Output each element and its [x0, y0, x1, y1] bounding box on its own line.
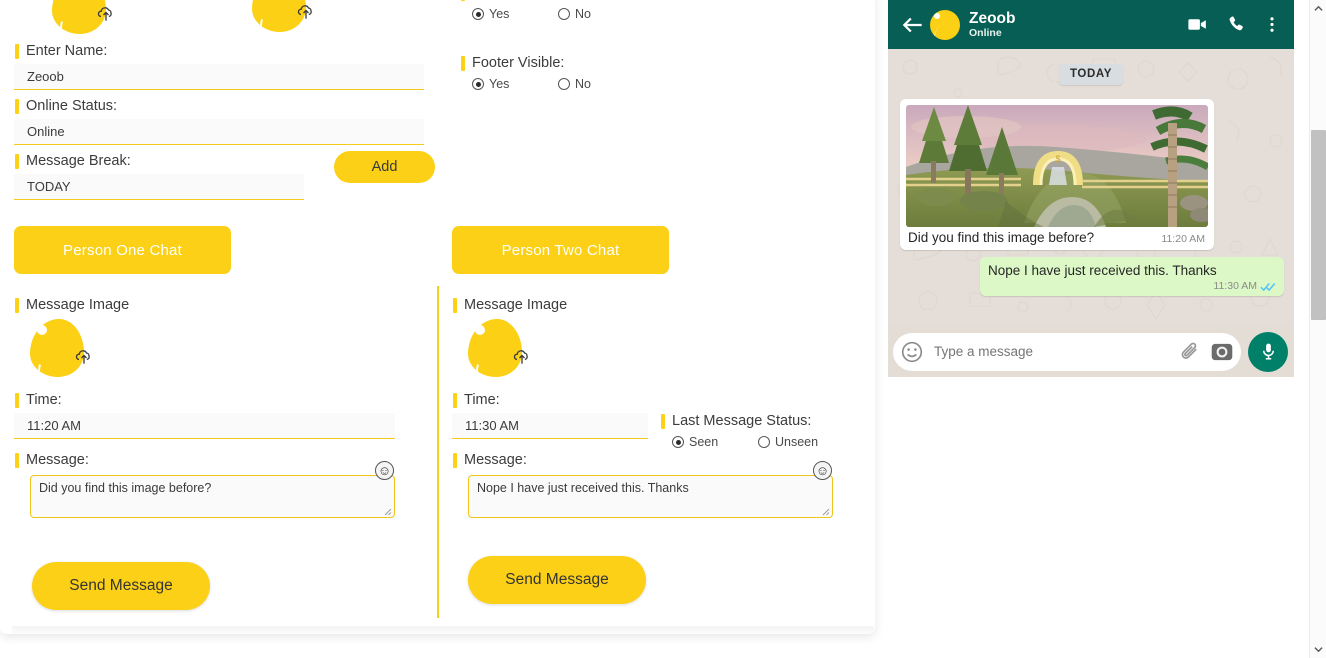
- scrollbar-thumb[interactable]: [1311, 130, 1326, 320]
- double-check-read-icon: [1260, 282, 1276, 291]
- smiley-icon[interactable]: ☺: [813, 461, 832, 480]
- radio-dot-icon: [472, 78, 484, 90]
- chat-generator-panel: Enter Name: Online Status: Message Break…: [0, 0, 875, 634]
- footer-visible-radio-group: Yes No: [460, 77, 591, 91]
- online-status-label: Online Status:: [14, 97, 424, 115]
- tab-person-one-chat[interactable]: Person One Chat: [14, 226, 231, 274]
- add-button[interactable]: Add: [334, 151, 435, 183]
- contact-name: Zeoob: [969, 9, 1016, 27]
- incoming-message-time: 11:20 AM: [1161, 233, 1205, 245]
- person-two-message-label: Message:: [452, 451, 833, 469]
- paperclip-icon[interactable]: [1178, 340, 1201, 363]
- person-one-send-message-button[interactable]: Send Message: [32, 562, 210, 610]
- person-two-time-input[interactable]: [452, 413, 648, 439]
- footer-visible-label: Footer Visible:: [460, 54, 591, 72]
- phone-icon[interactable]: [1226, 14, 1247, 35]
- message-image[interactable]: $: [906, 105, 1208, 227]
- microphone-button[interactable]: [1248, 331, 1288, 372]
- header-visible-yes[interactable]: Yes: [472, 7, 558, 21]
- page-root: Enter Name: Online Status: Message Break…: [0, 0, 1326, 658]
- scroll-up-button[interactable]: [1310, 0, 1326, 17]
- header-visible-no[interactable]: No: [558, 7, 591, 21]
- chat-footer: [888, 326, 1294, 377]
- last-message-status-radio-group: Seen Unseen: [660, 435, 818, 449]
- chat-header: Zeoob Online: [888, 0, 1294, 49]
- whatsapp-chat-preview: Zeoob Online TODAY $ Did you find this i…: [888, 0, 1294, 377]
- radio-dot-icon: [472, 8, 484, 20]
- online-status-input[interactable]: [14, 119, 424, 145]
- avatar[interactable]: [930, 9, 960, 40]
- page-scrollbar[interactable]: [1309, 0, 1326, 658]
- outgoing-message-text: Nope I have just received this. Thanks: [988, 263, 1217, 278]
- person-one-time-input[interactable]: [14, 413, 395, 439]
- last-message-status-unseen[interactable]: Unseen: [758, 435, 818, 449]
- last-message-status-seen[interactable]: Seen: [672, 435, 758, 449]
- person-two-time-label: Time:: [452, 391, 833, 409]
- scroll-down-button[interactable]: [1310, 641, 1326, 658]
- outgoing-message-meta: 11:30 AM: [988, 280, 1276, 292]
- secondary-image-upload[interactable]: [252, 0, 324, 34]
- incoming-message-text: Did you find this image before?: [908, 230, 1095, 245]
- chat-message-area: TODAY $ Did you find this image before? …: [888, 49, 1294, 326]
- message-input-bar: [893, 332, 1241, 371]
- message-break-input[interactable]: [14, 174, 304, 200]
- footer-visible-yes[interactable]: Yes: [472, 77, 558, 91]
- outgoing-message-bubble: Nope I have just received this. Thanks 1…: [980, 257, 1284, 296]
- column-divider: [437, 286, 439, 618]
- radio-dot-icon: [672, 436, 684, 448]
- contact-info: Zeoob Online: [969, 10, 1186, 40]
- person-two-message-image-upload[interactable]: [468, 319, 540, 379]
- header-actions: [1186, 13, 1282, 36]
- person-one-time-label: Time:: [14, 391, 395, 409]
- person-two-message-textarea[interactable]: Nope I have just received this. Thanks: [468, 475, 833, 518]
- incoming-message-row: Did you find this image before? 11:20 AM: [906, 227, 1208, 248]
- radio-dot-icon: [558, 8, 570, 20]
- upload-cloud-icon: [74, 347, 94, 372]
- message-input[interactable]: [932, 343, 1170, 360]
- panel-bottom-shadow: [12, 626, 874, 634]
- chevron-down-icon: [1314, 647, 1323, 653]
- smiley-icon[interactable]: [900, 340, 924, 364]
- upload-cloud-icon: [296, 2, 316, 27]
- header-visible-label: Header Visible:: [460, 0, 591, 2]
- radio-dot-icon: [558, 78, 570, 90]
- microphone-icon: [1262, 343, 1274, 360]
- camera-icon[interactable]: [1209, 339, 1235, 365]
- more-vertical-icon[interactable]: [1264, 14, 1280, 35]
- enter-name-label: Enter Name:: [14, 42, 424, 60]
- tab-person-two-chat[interactable]: Person Two Chat: [452, 226, 669, 274]
- profile-image-upload[interactable]: [52, 0, 124, 36]
- person-one-message-image-label: Message Image: [14, 296, 395, 314]
- header-visible-radio-group: Yes No: [460, 7, 591, 21]
- upload-cloud-icon: [512, 347, 532, 372]
- svg-text:$: $: [1055, 154, 1060, 164]
- settings-column: Enter Name: Online Status: Message Break…: [14, 0, 435, 610]
- radio-dot-icon: [758, 436, 770, 448]
- video-camera-icon[interactable]: [1186, 13, 1209, 36]
- footer-visible-no[interactable]: No: [558, 77, 591, 91]
- person-one-message-label: Message:: [14, 451, 395, 469]
- outgoing-message-time: 11:30 AM: [1213, 280, 1257, 292]
- day-divider-badge: TODAY: [1059, 64, 1123, 85]
- arrow-left-icon[interactable]: [900, 12, 926, 38]
- contact-status: Online: [969, 26, 1002, 39]
- incoming-message-bubble: $ Did you find this image before? 11:20 …: [900, 99, 1214, 250]
- person-two-send-message-button[interactable]: Send Message: [468, 556, 646, 604]
- enter-name-input[interactable]: [14, 64, 424, 90]
- person-one-message-image-upload[interactable]: [30, 319, 102, 379]
- smiley-icon[interactable]: ☺: [375, 461, 394, 480]
- chevron-up-icon: [1314, 5, 1323, 11]
- person-two-message-image-label: Message Image: [452, 296, 833, 314]
- person-one-message-textarea[interactable]: Did you find this image before?: [30, 475, 395, 518]
- upload-cloud-icon: [96, 4, 116, 29]
- last-message-status-label: Last Message Status:: [660, 412, 818, 430]
